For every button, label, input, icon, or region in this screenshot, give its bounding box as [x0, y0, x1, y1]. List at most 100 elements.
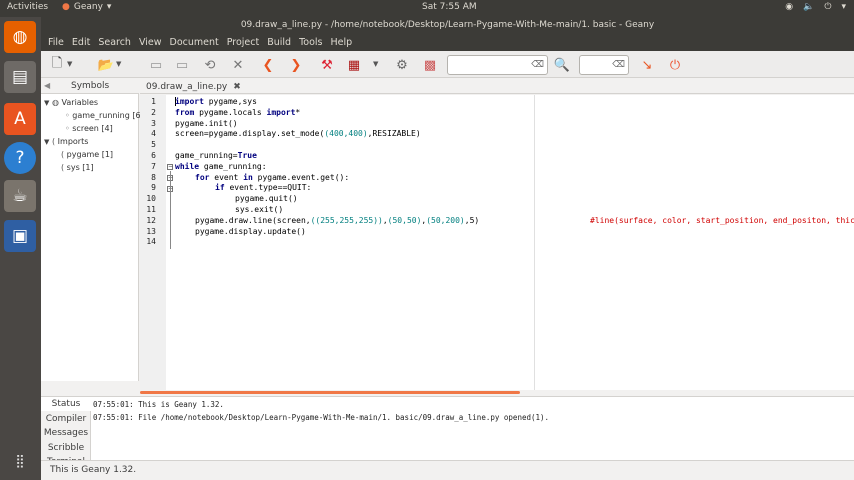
new-file-icon[interactable]: 🗋: [48, 56, 66, 74]
accessibility-icon[interactable]: ◉: [785, 2, 793, 12]
activities-button[interactable]: Activities: [7, 2, 48, 12]
volume-icon[interactable]: 🔈: [803, 2, 814, 12]
help-icon[interactable]: ?: [4, 142, 36, 174]
tree-group-label: Variables: [61, 98, 99, 107]
top-panel: Activities ● Geany ▾ Sat 7:55 AM ◉ 🔈 ⏻ ▾: [0, 0, 854, 17]
firefox-icon[interactable]: ◍: [4, 21, 36, 53]
tree-item-label: sys [1]: [66, 163, 94, 172]
menu-search[interactable]: Search: [94, 37, 135, 48]
chevron-down-icon[interactable]: ▼: [373, 60, 381, 68]
fold-toggle-icon[interactable]: −: [167, 164, 173, 170]
close-icon[interactable]: ✖: [233, 82, 241, 92]
toolbar: 🗋 ▼ 📂 ▼ ▭ ▭ ⟲ ✕ ❮ ❯ ⚒ ▦ ▼ ⚙ ▩ ⌫ 🔍 ⌫ ↘ ⏻: [41, 51, 854, 78]
tree-group-imports[interactable]: ▼( Imports: [44, 137, 88, 146]
sidebar-tab-bar: ◀ Symbols: [41, 79, 139, 94]
tab-scribble[interactable]: Scribble: [41, 441, 91, 455]
open-folder-icon[interactable]: 📂: [97, 56, 115, 74]
symbols-sidebar: ◀ Symbols ▼ ◍ Variables ◦ game_running [6…: [41, 79, 141, 381]
menu-help[interactable]: Help: [327, 37, 357, 48]
close-file-icon[interactable]: ✕: [229, 56, 247, 74]
line-number: 3: [151, 118, 156, 128]
status-message: 07:55:01: This is Geany 1.32.: [93, 400, 224, 409]
code-line: for event in pygame.event.get():: [195, 172, 350, 182]
editor-tab-bar: 09.draw_a_line.py ✖: [140, 79, 854, 94]
tree-item-label: pygame [1]: [66, 150, 114, 159]
show-applications-icon[interactable]: ⣿: [4, 445, 36, 477]
menu-tools[interactable]: Tools: [295, 37, 326, 48]
menu-document[interactable]: Document: [166, 37, 223, 48]
chevron-left-icon[interactable]: ◀: [44, 81, 50, 90]
expander-icon[interactable]: ▼: [44, 138, 52, 146]
code-line: screen=pygame.display.set_mode((400,400)…: [175, 129, 421, 139]
code-line: pygame.draw.line(screen,((255,255,255)),…: [195, 215, 480, 225]
tree-item-variable[interactable]: ◦ game_running [6: [65, 111, 141, 120]
search-input[interactable]: ⌫: [447, 55, 548, 75]
code-line: import pygame,sys: [175, 97, 257, 106]
chevron-down-icon[interactable]: ▾: [841, 2, 846, 12]
scrollbar-thumb[interactable]: [140, 391, 520, 394]
variable-group-icon: ◍: [52, 98, 62, 107]
color-chooser-icon[interactable]: ▩: [421, 56, 439, 74]
line-number: 13: [146, 226, 156, 236]
expander-icon[interactable]: ▼: [44, 99, 52, 107]
tree-group-variables[interactable]: ▼ ◍ Variables: [44, 98, 98, 107]
chevron-down-icon[interactable]: ▼: [67, 60, 75, 68]
tab-symbols[interactable]: Symbols: [71, 81, 109, 91]
tree-item-import[interactable]: ( pygame [1]: [61, 150, 113, 159]
code-line: game_running=True: [175, 151, 257, 160]
clear-icon[interactable]: ⌫: [531, 60, 544, 70]
chevron-down-icon[interactable]: ▼: [116, 60, 124, 68]
window-title: 09.draw_a_line.py - /home/notebook/Deskt…: [41, 17, 854, 34]
line-number: 8: [151, 172, 156, 182]
line-number: 1: [151, 97, 156, 106]
geany-teapot-icon[interactable]: ☕: [4, 180, 36, 212]
menu-project[interactable]: Project: [223, 37, 264, 48]
menu-bar: File Edit Search View Document Project B…: [41, 34, 854, 51]
line-number-gutter: 1 2 3 4 5 6 7 8 9 10 11 12 13 14: [140, 95, 166, 390]
tree-item-label: game_running [6: [72, 111, 141, 120]
navigate-back-icon[interactable]: ❮: [259, 56, 277, 74]
revert-icon[interactable]: ⟲: [201, 56, 219, 74]
tree-item-import[interactable]: ( sys [1]: [61, 163, 94, 172]
menu-view[interactable]: View: [135, 37, 166, 48]
line-number: 10: [146, 194, 156, 204]
goto-line-input[interactable]: ⌫: [579, 55, 629, 75]
system-tray[interactable]: ◉ 🔈 ⏻ ▾: [785, 2, 846, 12]
compile-icon[interactable]: ⚒: [318, 56, 336, 74]
files-icon[interactable]: ▤: [4, 61, 36, 93]
tab-compiler[interactable]: Compiler: [41, 412, 91, 426]
line-number: 12: [146, 215, 156, 225]
tab-file[interactable]: 09.draw_a_line.py ✖: [142, 79, 245, 94]
clock[interactable]: Sat 7:55 AM: [422, 2, 477, 12]
screenshot-icon[interactable]: ▣: [4, 220, 36, 252]
power-icon[interactable]: ⏻: [824, 2, 831, 12]
save-icon[interactable]: ▭: [147, 56, 165, 74]
horizontal-scrollbar[interactable]: [140, 390, 854, 395]
line-number: 14: [146, 237, 156, 247]
chevron-down-icon: ▾: [106, 2, 112, 12]
search-icon[interactable]: 🔍: [553, 56, 571, 74]
menu-file[interactable]: File: [44, 37, 68, 48]
build-icon[interactable]: ▦: [345, 56, 363, 74]
software-center-icon[interactable]: A: [4, 103, 36, 135]
navigate-forward-icon[interactable]: ❯: [287, 56, 305, 74]
geany-app-icon: ●: [62, 2, 70, 12]
code-line: pygame.display.update(): [195, 226, 306, 236]
save-all-icon[interactable]: ▭: [173, 56, 191, 74]
app-menu[interactable]: ● Geany ▾: [62, 2, 111, 12]
goto-line-icon[interactable]: ↘: [638, 56, 656, 74]
tab-status[interactable]: Status: [41, 397, 91, 411]
tree-item-variable[interactable]: ◦ screen [4]: [65, 124, 113, 133]
clear-icon[interactable]: ⌫: [612, 60, 625, 70]
code-editor[interactable]: 1 2 3 4 5 6 7 8 9 10 11 12 13 14 − − − i…: [140, 95, 854, 390]
tab-messages[interactable]: Messages: [41, 426, 91, 440]
code-line: sys.exit(): [235, 205, 284, 214]
line-number: 7: [151, 161, 156, 171]
long-line-marker: [534, 95, 535, 390]
tree-item-label: screen [4]: [72, 124, 113, 133]
code-line: pygame.init(): [175, 118, 238, 128]
menu-build[interactable]: Build: [263, 37, 295, 48]
menu-edit[interactable]: Edit: [68, 37, 94, 48]
run-gear-icon[interactable]: ⚙: [393, 56, 411, 74]
quit-icon[interactable]: ⏻: [666, 56, 684, 74]
